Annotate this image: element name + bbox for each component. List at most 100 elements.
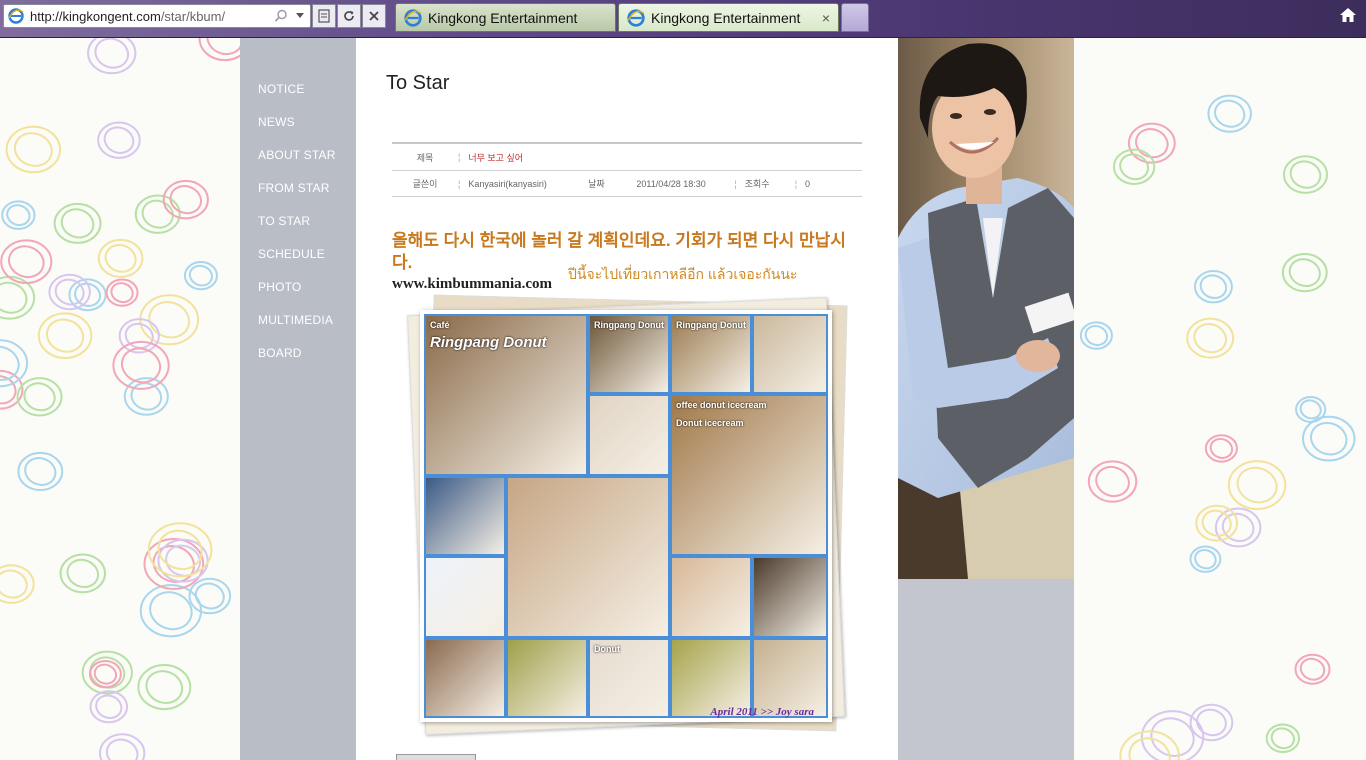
scribble-circle [8, 245, 45, 279]
refresh-icon [344, 11, 354, 21]
scribble-circle [1193, 323, 1228, 354]
nav-item-photo[interactable]: PHOTO [240, 279, 356, 312]
collage-grid: Café Ringpang Donut Ringpang Donut Ringpang… [424, 314, 828, 718]
collage-photo-text: Donut icecream [676, 418, 744, 428]
scribble-circle [104, 244, 137, 273]
scribble-circle [24, 457, 57, 486]
meta-row: 글쓴이 ¦ Kanyasiri(kanyasiri) 날짜 2011/04/28… [392, 170, 862, 197]
collage-caption: April 2011 >> Joy sara [710, 706, 814, 718]
subject-row: 제목 ¦ 너무 보고 싶어 [392, 142, 862, 170]
nav-item-news[interactable]: NEWS [240, 114, 356, 147]
scribble-circle [95, 694, 123, 719]
post-views: 0 [805, 178, 811, 189]
compatibility-icon [318, 9, 330, 23]
post-info-table: 제목 ¦ 너무 보고 싶어 글쓴이 ¦ Kanyasiri(kanyasiri)… [392, 142, 862, 197]
scribble-circle [188, 264, 213, 287]
address-path: /star/kbum/ [160, 8, 226, 24]
collage-photo-text: offee donut icecream [676, 400, 767, 410]
collage-photo [506, 476, 670, 638]
collage-photo-text: Ringpang Donut [676, 320, 746, 330]
message-thai: ปีนี้จะไปเที่ยวเกาหลีอีก แล้วเจอะกันนะ [568, 266, 798, 282]
browser-chrome: http://kingkongent.com/star/kbum/ Kingko… [0, 0, 1366, 38]
scribble-circle [1194, 549, 1217, 570]
post-date: 2011/04/28 18:30 [636, 178, 706, 189]
address-bar[interactable]: http://kingkongent.com/star/kbum/ [3, 4, 311, 28]
star-photo [898, 38, 1074, 579]
date-label: 날짜 [588, 179, 605, 189]
home-icon [1340, 8, 1356, 22]
views-label: 조회수 [744, 179, 770, 189]
scribble-circle [1199, 274, 1228, 300]
author-label: 글쓴이 [412, 179, 438, 189]
dropdown-arrow-icon[interactable] [296, 13, 304, 19]
scribble-circle [6, 204, 31, 227]
refresh-button[interactable] [337, 4, 361, 28]
new-tab-button[interactable] [841, 3, 869, 32]
compatibility-view-button[interactable] [312, 4, 336, 28]
scribble-circle [110, 282, 134, 304]
divider: ¦ [458, 178, 461, 189]
nav-item-board[interactable]: BOARD [240, 345, 356, 378]
post-author: Kanyasiri(kanyasiri) [468, 178, 547, 189]
stop-icon [369, 11, 379, 21]
scribble-circle [94, 38, 130, 69]
site-watermark: www.kimbummania.com [392, 276, 553, 292]
search-icon[interactable] [274, 9, 288, 23]
scribble-circle [66, 558, 100, 589]
side-navigation: NOTICE NEWS ABOUT STAR FROM STAR TO STAR SCHE… [240, 38, 356, 760]
tab-kingkong-2[interactable]: Kingkong Entertainment × [618, 3, 839, 32]
subject-label: 제목 [416, 152, 434, 163]
web-page: NOTICE NEWS ABOUT STAR FROM STAR TO STAR SCHE… [0, 38, 1366, 760]
nav-item-to-star[interactable]: TO STAR [240, 213, 356, 246]
collage-photo: offee donut icecream Donut icecream [670, 394, 828, 556]
scribble-circle [1084, 325, 1109, 347]
home-button[interactable] [1338, 6, 1358, 26]
collage-photo [670, 556, 752, 638]
divider: ¦ [734, 178, 737, 189]
scribble-circle [1288, 258, 1321, 288]
ie-logo-icon [404, 8, 422, 27]
nav-item-from-star[interactable]: FROM STAR [240, 180, 356, 213]
collage-photo [752, 556, 828, 638]
collage-photo-text: Ringpang Donut [430, 334, 547, 351]
stop-button[interactable] [362, 4, 386, 28]
collage-photo: Ringpang Donut [670, 314, 752, 394]
nav-item-notice[interactable]: NOTICE [240, 81, 356, 114]
scribble-circle [1289, 160, 1322, 189]
scribble-circle [23, 382, 56, 412]
main-content: To Star 제목 ¦ 너무 보고 싶어 글쓴이 ¦ Kanyasiri(ka… [356, 38, 898, 760]
tab-label: Kingkong Entertainment [651, 9, 801, 26]
divider: ¦ [458, 152, 461, 162]
collage-frame: Café Ringpang Donut Ringpang Donut Ringpang… [420, 310, 832, 722]
collage-photo [424, 556, 506, 638]
photo-collage: Café Ringpang Donut Ringpang Donut Ringpang… [407, 294, 848, 735]
tab-kingkong-1[interactable]: Kingkong Entertainment [395, 3, 616, 32]
collage-photo-text: Café [430, 320, 450, 330]
collage-photo [588, 394, 670, 476]
scribble-circle [1095, 465, 1130, 498]
attachment-button[interactable] [396, 754, 476, 760]
collage-photo [752, 314, 828, 394]
page-title: To Star [386, 72, 450, 94]
scribble-circle [1299, 657, 1326, 681]
collage-photo-text: Ringpang Donut [594, 320, 664, 330]
divider: ¦ [794, 178, 798, 189]
scribble-circle [60, 208, 95, 239]
scribble-circle [103, 126, 135, 154]
collage-photo-text: Donut [594, 644, 620, 654]
scribble-circle [1209, 437, 1234, 459]
collage-photo [424, 638, 506, 718]
scribble-circle [1270, 727, 1295, 750]
ie-logo-icon [8, 8, 24, 24]
nav-item-about-star[interactable]: ABOUT STAR [240, 147, 356, 180]
scribble-circle [1214, 99, 1246, 128]
nav-item-multimedia[interactable]: MULTIMEDIA [240, 312, 356, 345]
post-subject: 너무 보고 싶어 [468, 152, 524, 163]
close-tab-icon[interactable]: × [822, 10, 830, 26]
scribble-circle [130, 382, 163, 411]
collage-photo: Café Ringpang Donut [424, 314, 588, 476]
right-column [898, 38, 1074, 760]
scribble-circle [145, 670, 184, 704]
scribble-circle [194, 582, 225, 610]
nav-item-schedule[interactable]: SCHEDULE [240, 246, 356, 279]
